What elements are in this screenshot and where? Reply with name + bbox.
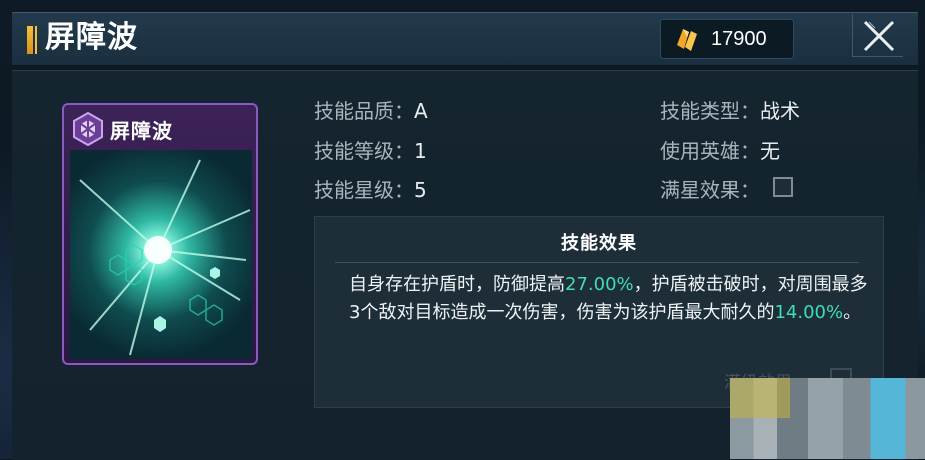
card-skill-name: 屏障波: [110, 119, 173, 143]
close-icon: [863, 20, 895, 52]
stat-type: 技能类型：战术: [660, 99, 800, 123]
mosaic-overlay-highlight: [730, 378, 790, 418]
title-accent-line: [35, 26, 37, 54]
stat-quality-label: 技能品质：: [314, 99, 414, 123]
currency-display[interactable]: 17900: [660, 19, 794, 59]
skill-artwork: [70, 150, 252, 359]
stat-fullstar: 满星效果：: [660, 178, 760, 202]
effect-text-3: 。: [843, 302, 862, 323]
stat-hero-label: 使用英雄：: [660, 139, 760, 163]
stat-type-value: 战术: [760, 99, 800, 123]
effect-value-1: 27.00%: [565, 274, 634, 295]
stat-fullstar-label: 满星效果：: [660, 178, 760, 202]
stat-level-value: 1: [414, 139, 427, 163]
effect-value-2: 14.00%: [774, 302, 844, 323]
skill-card[interactable]: 屏障波: [62, 103, 258, 365]
crystal-currency-icon: [677, 29, 697, 51]
stat-star-label: 技能星级：: [314, 178, 414, 202]
stat-hero: 使用英雄：无: [660, 139, 780, 163]
close-button[interactable]: [852, 14, 903, 57]
effect-description: 自身存在护盾时，防御提高27.00%，护盾被击破时，对周围最多3个敌对目标造成一…: [349, 271, 869, 327]
effect-text-1: 自身存在护盾时，防御提高: [349, 274, 565, 295]
stat-type-label: 技能类型：: [660, 99, 760, 123]
effect-divider: [335, 262, 859, 263]
stat-star: 技能星级：5: [314, 178, 427, 202]
stat-level: 技能等级：1: [314, 139, 427, 163]
stat-star-value: 5: [414, 178, 427, 202]
title-accent-bar: [27, 26, 33, 54]
fullstar-checkbox[interactable]: [773, 177, 793, 197]
burst-artwork: [79, 159, 251, 356]
stat-level-label: 技能等级：: [314, 139, 414, 163]
stat-quality-value: A: [414, 99, 428, 123]
stat-hero-value: 无: [760, 139, 780, 163]
effect-title: 技能效果: [561, 233, 637, 254]
hexagon-emblem-icon: [73, 111, 103, 147]
page-title: 屏障波: [45, 20, 138, 55]
stat-quality: 技能品质：A: [314, 99, 428, 123]
currency-amount: 17900: [711, 28, 767, 50]
